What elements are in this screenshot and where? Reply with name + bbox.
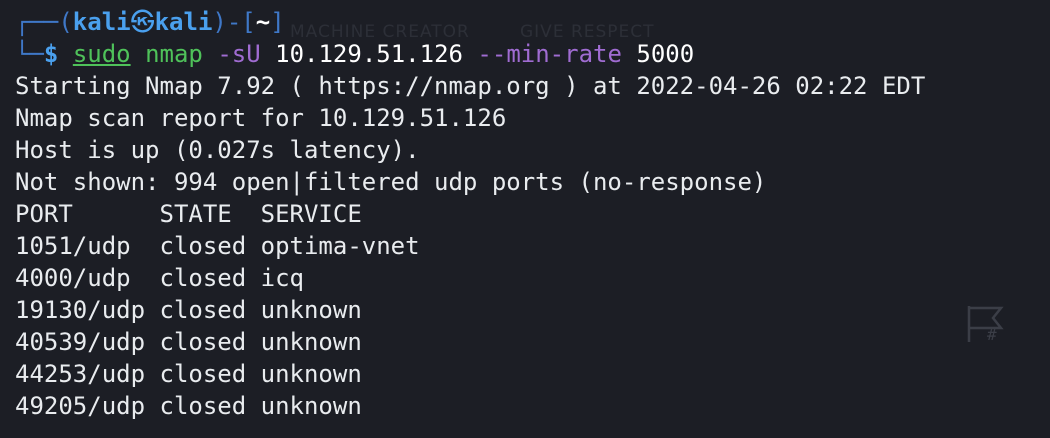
output-line: Host is up (0.027s latency).	[15, 136, 420, 164]
terminal-window[interactable]: MACHINE CREATOR GIVE RESPECT # ┌──(kali㉿…	[0, 0, 1050, 438]
command-line[interactable]: └─$ sudo nmap -sU 10.129.51.126 --min-ra…	[15, 38, 1050, 70]
prompt-user: kali	[72, 8, 131, 36]
port-table-row: 44253/udp closed unknown	[15, 360, 362, 388]
output-line: Starting Nmap 7.92 ( https://nmap.org ) …	[15, 72, 926, 100]
command-program: nmap	[145, 40, 203, 68]
port-table-row: 1051/udp closed optima-vnet	[15, 232, 420, 260]
command-flag: -sU	[217, 40, 261, 68]
prompt-symbol: $	[43, 40, 59, 68]
prompt-separator-icon: ㉿	[130, 8, 155, 36]
port-table-header: PORT STATE SERVICE	[15, 200, 362, 228]
prompt-host: kali	[154, 8, 213, 36]
command-flag: --min-rate	[477, 40, 622, 68]
port-table-row: 49205/udp closed unknown	[15, 392, 362, 420]
port-table-row: 19130/udp closed unknown	[15, 296, 362, 324]
prompt-line: ┌──(kali㉿kali)-[~]	[15, 8, 285, 36]
command-target: 10.129.51.126	[275, 40, 463, 68]
output-line: Nmap scan report for 10.129.51.126	[15, 104, 507, 132]
output-line: Not shown: 994 open|filtered udp ports (…	[15, 168, 767, 196]
prompt-cwd: ~	[255, 8, 271, 36]
command-flag-value: 5000	[636, 40, 695, 68]
port-table-row: 4000/udp closed icq	[15, 264, 304, 292]
port-table-row: 40539/udp closed unknown	[15, 328, 362, 356]
prompt-frame: ┌──(	[15, 8, 73, 36]
command-sudo: sudo	[72, 40, 131, 68]
